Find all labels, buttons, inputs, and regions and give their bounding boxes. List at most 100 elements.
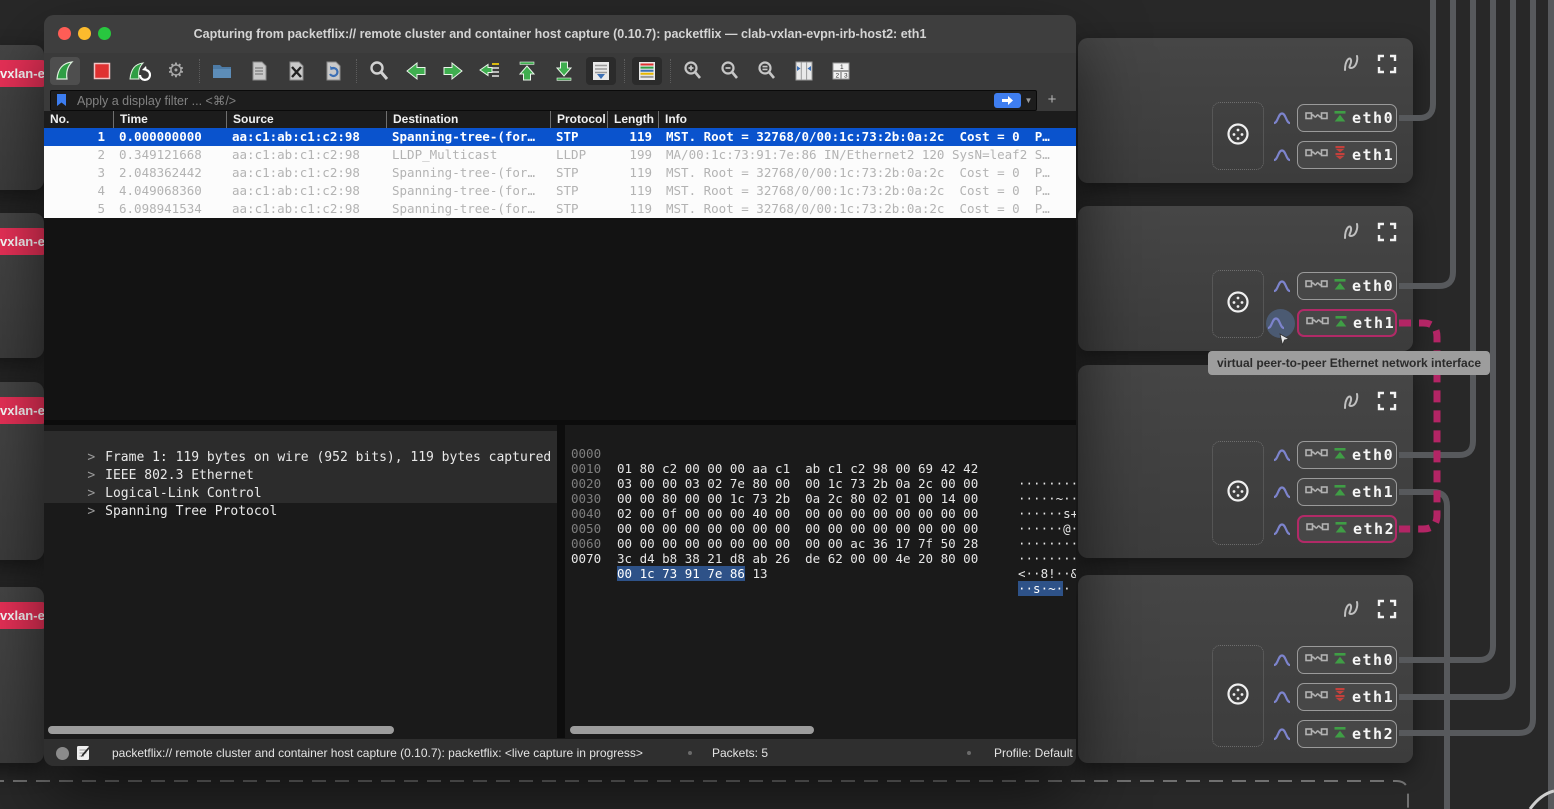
- node-name-badge[interactable]: vxlan-e: [0, 602, 47, 629]
- column-header-time[interactable]: Time: [113, 111, 226, 128]
- bytes-hscrollbar-thumb[interactable]: [570, 726, 814, 734]
- capture-wave-icon[interactable]: [1266, 478, 1297, 506]
- interface-badge-eth2[interactable]: eth2: [1297, 720, 1397, 748]
- column-header-source[interactable]: Source: [226, 111, 386, 128]
- restart-capture-button[interactable]: [124, 57, 154, 85]
- hex-bytes[interactable]: 3c d4 b8 38 21 d8 ab 26 de 62 00 00 4e 2…: [617, 551, 978, 566]
- zoom-in-button[interactable]: [678, 57, 708, 85]
- statusbar-grip[interactable]: [967, 751, 971, 755]
- hex-row[interactable]: 0000 01 80 c2 00 00 00 aa c1 ab c1 c2 98…: [565, 431, 1076, 446]
- interface-badge-eth0[interactable]: eth0: [1297, 646, 1397, 674]
- interface-badge-eth1[interactable]: eth1: [1297, 309, 1397, 337]
- column-header-length[interactable]: Length: [607, 111, 658, 128]
- profile-label[interactable]: Profile: Default: [994, 739, 1073, 766]
- hex-bytes[interactable]: 00 1c 73 91 7e 86 13: [617, 566, 768, 581]
- capture-squiggle-icon[interactable]: [1340, 389, 1364, 418]
- interface-badge-eth2[interactable]: eth2: [1297, 515, 1397, 543]
- interface-badge-eth1[interactable]: eth1: [1297, 141, 1397, 169]
- container-icon[interactable]: [1225, 121, 1251, 152]
- detail-tree-row[interactable]: >Frame 1: 119 bytes on wire (952 bits), …: [44, 431, 557, 449]
- open-file-button[interactable]: [207, 57, 237, 85]
- column-header-no[interactable]: No.: [44, 111, 113, 128]
- interface-badge-eth0[interactable]: eth0: [1297, 104, 1397, 132]
- expand-icon[interactable]: [1377, 599, 1397, 624]
- container-icon[interactable]: [1225, 478, 1251, 509]
- capture-wave-icon[interactable]: [1266, 272, 1297, 300]
- find-packet-button[interactable]: [364, 57, 394, 85]
- zoom-reset-button[interactable]: [752, 57, 782, 85]
- hex-row[interactable]: 0060 3c d4 b8 38 21 d8 ab 26 de 62 00 00…: [565, 521, 1076, 536]
- capture-wave-icon[interactable]: [1266, 720, 1297, 748]
- interface-badge-eth0[interactable]: eth0: [1297, 441, 1397, 469]
- statusbar-grip[interactable]: [688, 751, 692, 755]
- capture-wave-icon[interactable]: [1266, 683, 1297, 711]
- hex-row[interactable]: 0010 03 00 00 03 02 7e 80 00 00 1c 73 2b…: [565, 446, 1076, 461]
- go-forward-button[interactable]: [438, 57, 468, 85]
- capture-squiggle-icon[interactable]: [1340, 51, 1364, 80]
- expand-icon[interactable]: [1377, 222, 1397, 247]
- hex-row[interactable]: 0040 00 00 00 00 00 00 00 00 00 00 00 00…: [565, 491, 1076, 506]
- hex-ascii[interactable]: ········ ···6··P(: [1018, 551, 1076, 566]
- packet-row[interactable]: 4 4.049068360 aa:c1:ab:c1:c2:98 Spanning…: [44, 182, 1076, 200]
- stop-capture-button[interactable]: [87, 57, 117, 85]
- capture-wave-icon[interactable]: [1266, 441, 1297, 469]
- save-file-button[interactable]: [244, 57, 274, 85]
- hex-row[interactable]: 0050 00 00 00 00 00 00 00 00 00 00 ac 36…: [565, 506, 1076, 521]
- capture-wave-icon[interactable]: [1266, 515, 1297, 543]
- container-icon[interactable]: [1225, 681, 1251, 712]
- capture-options-button[interactable]: ⚙: [161, 57, 191, 85]
- capture-wave-icon[interactable]: [1266, 104, 1297, 132]
- capture-wave-icon[interactable]: [1266, 646, 1297, 674]
- expand-icon[interactable]: [1377, 54, 1397, 79]
- zoom-out-button[interactable]: [715, 57, 745, 85]
- reload-file-button[interactable]: [318, 57, 348, 85]
- expand-chevron-icon[interactable]: >: [75, 468, 105, 483]
- filter-bookmark-icon[interactable]: [56, 93, 67, 112]
- packet-row[interactable]: 3 2.048362442 aa:c1:ab:c1:c2:98 Spanning…: [44, 164, 1076, 182]
- container-icon[interactable]: [1225, 289, 1251, 320]
- filter-dropdown-caret[interactable]: ▼: [1023, 93, 1034, 108]
- hex-row[interactable]: 0030 02 00 0f 00 00 00 40 00 00 00 00 00…: [565, 476, 1076, 491]
- hex-row[interactable]: 0070 00 1c 73 91 7e 86 13 ··s·~··: [565, 536, 1076, 551]
- hex-ascii[interactable]: <··8!··& ·b··N ··: [1018, 566, 1076, 581]
- filter-add-button[interactable]: +: [1042, 90, 1062, 109]
- hex-row[interactable]: 0020 00 00 80 00 00 1c 73 2b 0a 2c 80 02…: [565, 461, 1076, 476]
- details-hscrollbar-thumb[interactable]: [48, 726, 394, 734]
- expand-icon[interactable]: [1377, 391, 1397, 416]
- interface-badge-eth1[interactable]: eth1: [1297, 478, 1397, 506]
- column-header-info[interactable]: Info: [658, 111, 1076, 128]
- node-name-badge[interactable]: vxlan-e: [0, 397, 47, 424]
- capture-wave-icon[interactable]: [1266, 141, 1297, 169]
- resize-columns-button[interactable]: [789, 57, 819, 85]
- expert-info-icon[interactable]: [56, 747, 69, 760]
- display-filter-input[interactable]: [75, 91, 839, 110]
- capture-wave-icon[interactable]: [1266, 309, 1297, 337]
- go-first-packet-button[interactable]: [512, 57, 542, 85]
- packet-row[interactable]: 2 0.349121668 aa:c1:ab:c1:c2:98 LLDP_Mul…: [44, 146, 1076, 164]
- packet-row[interactable]: 1 0.000000000 aa:c1:ab:c1:c2:98 Spanning…: [44, 128, 1076, 146]
- close-window-button[interactable]: [58, 27, 71, 40]
- hex-ascii[interactable]: ··s·~··: [1018, 581, 1071, 596]
- node-name-badge[interactable]: vxlan-e: [0, 228, 47, 255]
- start-capture-button[interactable]: [50, 57, 80, 85]
- packet-row[interactable]: 5 6.098941534 aa:c1:ab:c1:c2:98 Spanning…: [44, 200, 1076, 218]
- column-header-protocol[interactable]: Protocol: [550, 111, 607, 128]
- go-last-packet-button[interactable]: [549, 57, 579, 85]
- expand-chevron-icon[interactable]: >: [75, 486, 105, 501]
- go-back-button[interactable]: [401, 57, 431, 85]
- interface-badge-eth1[interactable]: eth1: [1297, 683, 1397, 711]
- colorize-packets-button[interactable]: [632, 57, 662, 85]
- minimize-window-button[interactable]: [78, 27, 91, 40]
- zoom-window-button[interactable]: [98, 27, 111, 40]
- expand-chevron-icon[interactable]: >: [75, 504, 105, 519]
- numbered-columns-button[interactable]: 123: [826, 57, 856, 85]
- capture-squiggle-icon[interactable]: [1340, 597, 1364, 626]
- display-filter-field[interactable]: ▼: [50, 90, 1037, 111]
- column-header-destination[interactable]: Destination: [386, 111, 550, 128]
- auto-scroll-button[interactable]: [586, 57, 616, 85]
- filter-apply-button[interactable]: [994, 93, 1021, 108]
- expand-chevron-icon[interactable]: >: [75, 450, 105, 465]
- window-titlebar[interactable]: Capturing from packetflix:// remote clus…: [44, 15, 1076, 54]
- capture-file-properties-icon[interactable]: [76, 745, 90, 764]
- interface-badge-eth0[interactable]: eth0: [1297, 272, 1397, 300]
